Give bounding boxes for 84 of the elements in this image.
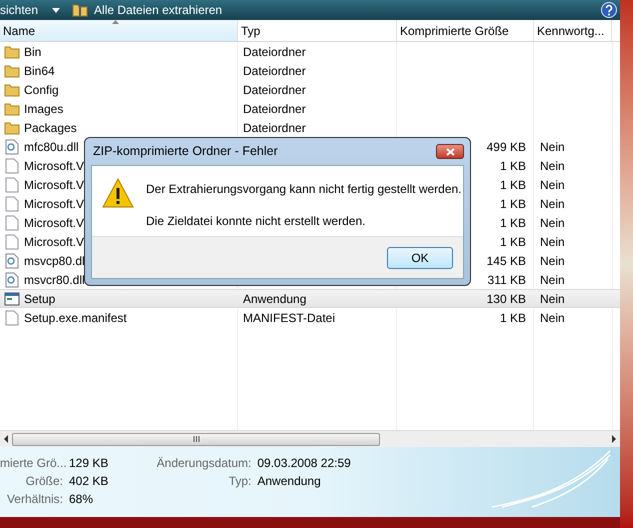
file-name[interactable]: Microsoft.V	[24, 194, 84, 212]
file-size: 1 KB	[500, 196, 526, 212]
ok-button[interactable]: OK	[387, 246, 453, 268]
file-name[interactable]: Microsoft.V	[24, 232, 84, 250]
detail-label: Typ:	[228, 472, 252, 490]
scroll-left-icon[interactable]	[3, 435, 9, 443]
file-type: Dateiordner	[243, 82, 306, 96]
file-name[interactable]: Setup.exe.manifest	[24, 308, 127, 326]
gear-file-icon	[4, 138, 20, 154]
file-icon	[4, 158, 20, 174]
file-size: 130 KB	[486, 290, 526, 308]
file-size: 1 KB	[500, 214, 526, 232]
help-icon[interactable]	[601, 2, 617, 18]
zip-folder-icon	[72, 3, 88, 17]
gear-file-icon	[4, 272, 20, 288]
file-size: 1 KB	[500, 176, 526, 194]
password-text: Nein	[540, 140, 565, 154]
column-header[interactable]: Name	[0, 20, 238, 41]
file-name[interactable]: Setup	[24, 290, 56, 308]
folder-icon	[4, 44, 20, 60]
file-size: 1 KB	[500, 158, 526, 174]
sort-arrow-icon	[112, 20, 119, 24]
detail-label: Größe:	[24, 472, 63, 490]
file-type: Dateiordner	[243, 64, 306, 78]
close-button[interactable]	[436, 144, 464, 159]
file-type: Dateiordner	[243, 44, 306, 58]
file-name[interactable]: Bin64	[24, 62, 55, 80]
file-type: Anwendung	[243, 292, 306, 306]
scrollbar-thumb[interactable]	[12, 432, 380, 446]
file-size: 1 KB	[500, 310, 526, 326]
password-text: Nein	[540, 234, 565, 248]
file-icon	[4, 214, 20, 230]
detail-value: 402 KB	[69, 472, 108, 490]
file-icon	[4, 234, 20, 250]
password-text: Nein	[540, 216, 565, 230]
file-type: Dateiordner	[243, 120, 306, 134]
file-name[interactable]: mfc80u.dll	[24, 138, 79, 156]
gear-file-icon	[4, 252, 20, 268]
detail-value: 129 KB	[69, 454, 108, 472]
file-name[interactable]: msvcr80.dll	[24, 270, 85, 288]
extract-button[interactable]: Alle Dateien extrahieren	[72, 1, 222, 19]
file-name[interactable]: Packages	[24, 118, 77, 136]
file-size: 1 KB	[500, 234, 526, 250]
file-name[interactable]: Microsoft.V	[24, 156, 84, 174]
password-text: Nein	[540, 158, 565, 172]
file-name[interactable]: Images	[24, 100, 64, 118]
file-type: MANIFEST-Datei	[243, 310, 336, 324]
file-size: 311 KB	[488, 272, 526, 288]
password-text: Nein	[540, 178, 565, 192]
error-message: Der Extrahierungsvorgang kann nicht fertig gestellt werden.	[146, 181, 462, 198]
file-size: 499 KB	[486, 138, 526, 156]
file-name[interactable]: Config	[24, 80, 59, 98]
view-menu[interactable]: sichten	[0, 1, 60, 19]
detail-value: Anwendung	[257, 472, 321, 490]
folder-icon	[4, 120, 20, 136]
dialog-title: ZIP-komprimierte Ordner - Fehler	[93, 143, 278, 160]
detail-label: Verhältnis:	[6, 490, 63, 508]
highlighted-row[interactable]: Setup Anwendung 130 KB Nein	[0, 289, 620, 308]
password-text: Nein	[540, 254, 565, 268]
file-icon	[4, 176, 20, 192]
warning-icon	[102, 178, 134, 208]
scroll-right-icon[interactable]	[611, 435, 617, 443]
password-text: Nein	[540, 196, 565, 210]
file-size: 145 KB	[486, 252, 526, 270]
file-name[interactable]: Microsoft.V	[24, 176, 84, 194]
window-icon	[4, 290, 20, 306]
folder-icon	[4, 100, 20, 116]
caret-icon	[52, 8, 60, 12]
folder-icon	[4, 62, 20, 78]
detail-value: 68%	[69, 490, 94, 508]
folder-icon	[4, 82, 20, 98]
column-header[interactable]: Typ	[238, 20, 397, 41]
password-text: Nein	[540, 272, 565, 286]
close-icon	[446, 148, 454, 156]
detail-label: Änderungsdatum:	[156, 454, 252, 472]
file-name[interactable]: msvcp80.dl	[24, 252, 85, 270]
file-name[interactable]: Microsoft.V	[24, 214, 84, 232]
password-text: Nein	[540, 310, 565, 324]
error-detail: Die Zieldatei konnte nicht erstellt werden.	[146, 213, 366, 230]
file-type: Dateiordner	[243, 102, 306, 116]
password-text: Nein	[540, 292, 565, 306]
detail-value: 09.03.2008 22:59	[257, 454, 351, 472]
file-icon	[4, 196, 20, 212]
file-name[interactable]: Bin	[24, 42, 42, 60]
